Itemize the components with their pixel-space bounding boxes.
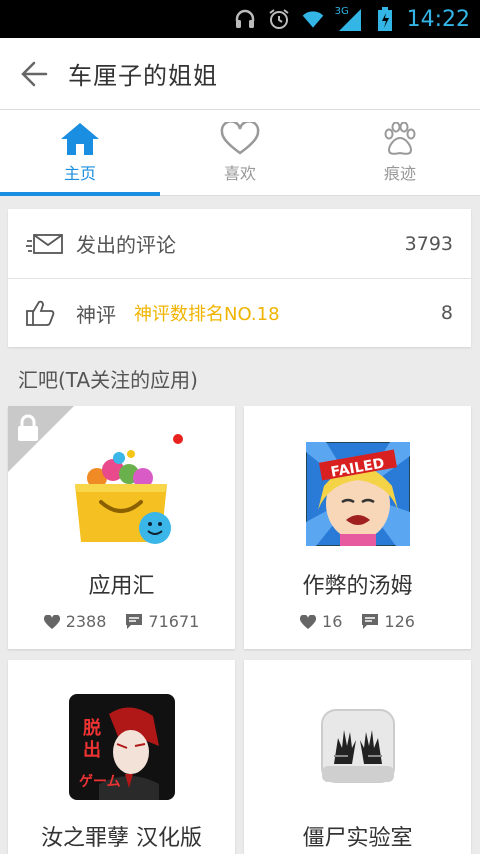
app-icon-yingyonghui (74, 450, 171, 544)
headset-icon (233, 7, 257, 31)
app-name: 汝之罪孽 汉化版 (41, 826, 202, 851)
status-bar: 3G 14:22 (0, 0, 480, 38)
heart-icon (43, 614, 60, 629)
god-comments-label: 神评 (76, 302, 116, 327)
tab-traces-label: 痕迹 (383, 163, 416, 183)
app-card[interactable]: 脱 出 ゲーム 汝之罪孽 汉化版 (8, 660, 235, 854)
tab-bar: 主页 喜欢 痕迹 (0, 110, 480, 196)
clock: 14:22 (406, 6, 470, 32)
rank-badge: 神评数排名NO.18 (134, 304, 280, 325)
comments-count: 3793 (404, 232, 453, 255)
tab-likes[interactable]: 喜欢 (160, 110, 320, 195)
likes-stat: 2388 (43, 612, 107, 631)
app-name: 作弊的汤姆 (302, 574, 413, 599)
comments-stat: 126 (362, 612, 415, 631)
tab-home[interactable]: 主页 (0, 110, 160, 196)
app-icon-zombie-lab (320, 709, 395, 783)
svg-text:脱: 脱 (83, 717, 101, 739)
home-icon (61, 122, 99, 155)
battery-icon (373, 7, 397, 31)
likes-stat: 16 (300, 612, 342, 631)
tab-likes-label: 喜欢 (223, 163, 256, 183)
god-comments-row[interactable]: 神评 神评数排名NO.18 8 (8, 278, 471, 347)
app-icon-sin-game: 脱 出 ゲーム (68, 694, 175, 800)
back-button[interactable] (0, 38, 68, 110)
svg-text:出: 出 (83, 739, 101, 761)
app-card[interactable]: 僵尸实验室 (244, 660, 471, 854)
app-card[interactable]: FAILED 作弊的汤姆 16 126 (244, 406, 471, 649)
comment-icon (362, 614, 379, 629)
app-stats: 2388 71671 (8, 612, 235, 631)
heart-icon (300, 614, 317, 629)
comments-row[interactable]: 发出的评论 3793 (8, 209, 471, 278)
arrow-left-icon (21, 61, 48, 86)
comment-icon (126, 614, 143, 629)
signal-3g-icon: 3G (334, 6, 363, 31)
network-type-label: 3G (334, 6, 349, 17)
app-card[interactable]: 应用汇 2388 71671 (8, 406, 235, 649)
mail-icon (26, 232, 66, 256)
paw-icon (384, 121, 416, 155)
comments-stat: 71671 (126, 612, 199, 631)
likes-count: 16 (322, 612, 343, 631)
stats-card: 发出的评论 3793 神评 神评数排名NO.18 8 (8, 209, 471, 347)
alarm-icon (267, 7, 291, 31)
svg-text:ゲーム: ゲーム (79, 773, 121, 790)
comments-count: 71671 (148, 612, 200, 631)
app-icon-cheating-tom: FAILED (305, 442, 410, 546)
app-bar: 车厘子的姐姐 (0, 38, 480, 110)
app-name: 僵尸实验室 (302, 826, 413, 851)
app-name: 应用汇 (88, 574, 155, 599)
page-title: 车厘子的姐姐 (68, 62, 218, 90)
god-comments-count: 8 (440, 302, 453, 324)
lock-icon (18, 414, 38, 441)
tab-home-label: 主页 (63, 163, 96, 183)
comments-count: 126 (384, 612, 415, 631)
wifi-icon (301, 7, 325, 31)
section-title: 汇吧(TA关注的应用) (18, 368, 198, 392)
heart-icon (220, 121, 260, 155)
thumbs-up-icon (26, 299, 66, 327)
likes-count: 2388 (65, 612, 107, 631)
app-stats: 16 126 (244, 612, 471, 631)
tab-traces[interactable]: 痕迹 (320, 110, 480, 195)
comments-label: 发出的评论 (76, 233, 176, 257)
